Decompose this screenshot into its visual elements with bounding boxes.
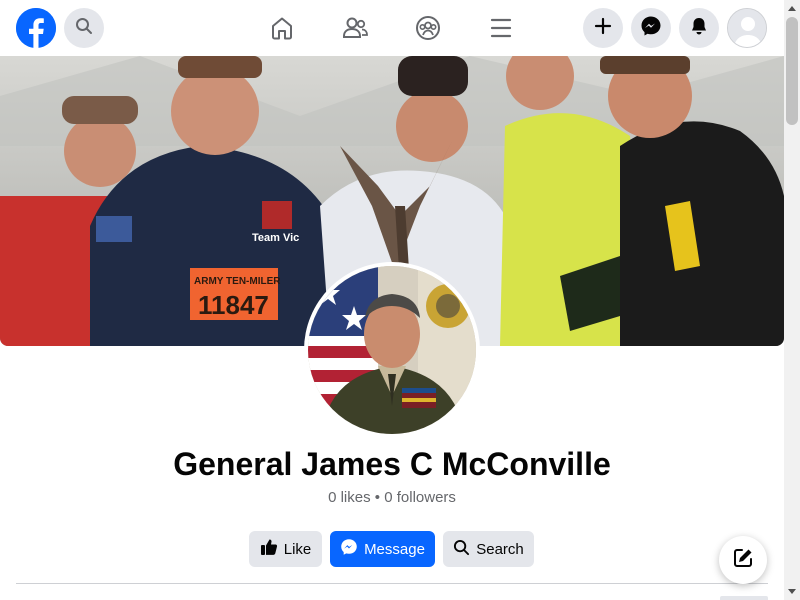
page-stats: 0 likes • 0 followers [0,489,784,506]
messenger-icon [640,15,662,42]
thumbs-up-icon [260,538,278,560]
account-avatar-icon[interactable] [727,8,767,48]
search-button[interactable] [64,8,104,48]
like-button[interactable]: Like [249,531,322,567]
new-message-button[interactable] [719,536,767,584]
search-icon [453,539,470,560]
followers-count[interactable]: 0 followers [384,489,456,506]
section-divider [16,583,768,584]
race-bib-number: 11847 [198,290,269,320]
race-bib-text: ARMY TEN-MILER [194,276,281,287]
friends-icon[interactable] [339,12,371,44]
scroll-down-arrow-icon[interactable] [784,584,800,600]
stats-separator: • [374,489,381,506]
create-button[interactable] [583,8,623,48]
search-icon [75,17,93,40]
likes-count[interactable]: 0 likes [328,489,371,506]
scrollbar-thumb[interactable] [786,17,798,125]
groups-icon[interactable] [412,12,444,44]
home-icon[interactable] [266,12,298,44]
message-button-label: Message [364,540,425,558]
menu-icon[interactable] [485,12,517,44]
messenger-button[interactable] [631,8,671,48]
search-button-label: Search [476,540,524,558]
compose-icon [732,547,754,574]
scroll-up-arrow-icon[interactable] [784,0,800,16]
message-button[interactable]: Message [330,531,435,567]
like-button-label: Like [283,540,312,558]
bottom-edge-element [720,596,768,600]
search-page-button[interactable]: Search [443,531,534,567]
facebook-logo-icon[interactable] [16,8,56,48]
plus-icon [594,17,612,40]
notifications-icon [689,16,709,41]
messenger-icon [340,538,358,560]
page-title: General James C McConville [173,446,611,482]
notifications-button[interactable] [679,8,719,48]
page-scrollbar[interactable] [784,0,800,600]
cover-shirt-text: Team Vic [252,232,299,244]
top-navigation-bar [0,0,784,56]
profile-picture[interactable] [304,262,480,438]
